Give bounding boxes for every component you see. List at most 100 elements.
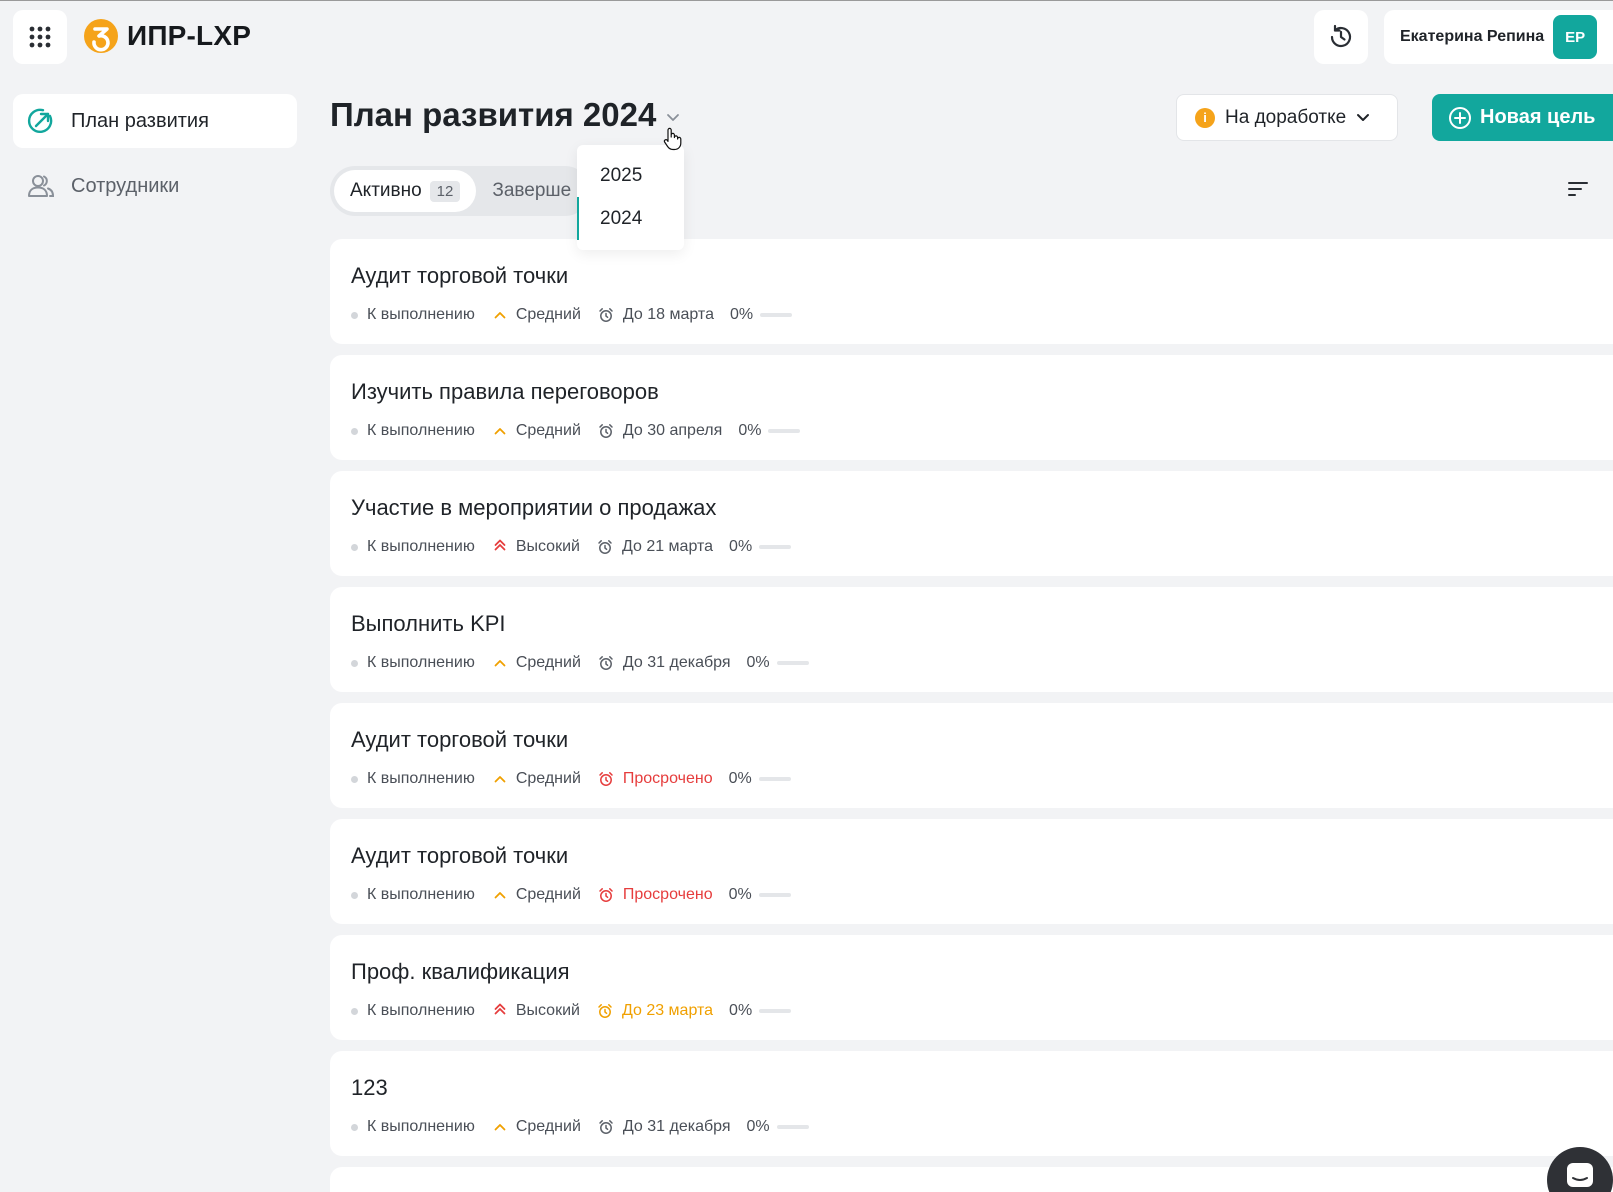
users-icon bbox=[28, 175, 55, 197]
apps-menu-button[interactable] bbox=[13, 10, 67, 64]
goal-priority: Средний bbox=[494, 770, 581, 788]
progress-bar bbox=[760, 313, 793, 317]
sidebar: План развития Сотрудники bbox=[13, 94, 297, 224]
goal-meta: К выполнению Средний До 30 апреля 0% bbox=[351, 422, 1613, 440]
history-clock-icon bbox=[1330, 24, 1352, 48]
goal-title: Проф. квалификация bbox=[351, 959, 570, 984]
status-filter-dropdown[interactable]: i На доработке bbox=[1176, 94, 1398, 141]
goal-card[interactable]: Выполнить KPI К выполнению Средний До 31 де… bbox=[330, 587, 1613, 692]
goal-priority: Высокий bbox=[494, 1002, 580, 1020]
goal-deadline-label: До 23 марта bbox=[621, 1002, 714, 1019]
new-goal-button[interactable]: Новая цель bbox=[1432, 94, 1613, 141]
status-dot-icon bbox=[351, 775, 358, 783]
goal-progress-label: 0% bbox=[738, 422, 762, 439]
goal-status: К выполнению bbox=[351, 306, 475, 324]
history-button[interactable] bbox=[1314, 10, 1368, 64]
sidebar-item-label: Сотрудники bbox=[71, 174, 180, 197]
avatar: ЕР bbox=[1553, 15, 1598, 59]
goal-progress-label: 0% bbox=[728, 886, 752, 903]
goal-progress: 0% bbox=[729, 1002, 792, 1020]
goal-title: Изучить правила переговоров bbox=[351, 379, 659, 404]
goal-deadline-label: До 18 марта bbox=[622, 306, 714, 323]
goal-card-partial[interactable] bbox=[330, 1167, 1613, 1192]
goal-priority: Высокий bbox=[494, 538, 580, 556]
alarm-clock-icon bbox=[598, 307, 614, 323]
goal-deadline: До 31 декабря bbox=[598, 654, 731, 672]
logo-icon bbox=[84, 19, 118, 53]
goal-meta: К выполнению Средний До 31 декабря 0% bbox=[351, 1118, 1613, 1136]
goal-priority-label: Высокий bbox=[515, 538, 580, 555]
goal-card[interactable]: Аудит торговой точки К выполнению Средний П… bbox=[330, 703, 1613, 808]
tab-completed[interactable]: Заверше bbox=[476, 170, 587, 212]
goal-priority: Средний bbox=[494, 654, 581, 672]
goal-list: Аудит торговой точки К выполнению Средний Д… bbox=[330, 239, 1613, 1192]
goal-progress-label: 0% bbox=[728, 770, 752, 787]
priority-medium-icon bbox=[494, 654, 506, 672]
sort-icon[interactable] bbox=[1568, 181, 1588, 197]
page-title-text: План развития 2024 bbox=[330, 96, 657, 133]
goal-deadline: До 23 марта bbox=[597, 1002, 713, 1020]
goal-progress: 0% bbox=[747, 1118, 809, 1136]
app-logo[interactable]: ИПР-LXP bbox=[83, 18, 251, 54]
growth-arrow-icon bbox=[27, 108, 53, 133]
goal-card[interactable]: Проф. квалификация К выполнению Высокий До … bbox=[330, 935, 1613, 1040]
plus-circle-icon bbox=[1449, 106, 1471, 129]
tab-active[interactable]: Активно 12 bbox=[334, 170, 477, 212]
user-profile[interactable]: Екатерина Репина ЕР bbox=[1384, 10, 1613, 64]
status-dot-icon bbox=[351, 1007, 358, 1015]
goal-deadline-label: До 31 декабря bbox=[622, 1118, 731, 1135]
status-dot-icon bbox=[351, 543, 358, 551]
goal-status: К выполнению bbox=[351, 654, 475, 672]
status-dot-icon bbox=[351, 427, 358, 435]
goal-priority-label: Средний bbox=[515, 770, 581, 787]
year-option-2025[interactable]: 2025 bbox=[577, 154, 684, 197]
progress-bar bbox=[768, 429, 801, 433]
priority-medium-icon bbox=[494, 886, 506, 904]
progress-bar bbox=[759, 1009, 792, 1013]
goal-title: Аудит торговой точки bbox=[351, 727, 569, 752]
year-option-2024[interactable]: 2024 bbox=[577, 197, 684, 240]
sidebar-item-employees[interactable]: Сотрудники bbox=[13, 159, 297, 213]
goal-deadline-label: До 30 апреля bbox=[622, 422, 723, 439]
year-option-label: 2025 bbox=[600, 164, 643, 186]
alarm-clock-icon bbox=[597, 1003, 613, 1019]
goal-card[interactable]: 123 К выполнению Средний До 31 декабря 0% bbox=[330, 1051, 1613, 1156]
goal-priority: Средний bbox=[494, 1118, 581, 1136]
status-filter-label: На доработке bbox=[1225, 106, 1347, 128]
goal-deadline: До 31 декабря bbox=[598, 1118, 731, 1136]
goal-title: 123 bbox=[351, 1075, 388, 1100]
goal-deadline-label: Просрочено bbox=[622, 770, 713, 787]
goal-status-label: К выполнению bbox=[367, 886, 475, 903]
progress-bar bbox=[776, 661, 809, 665]
chevron-down-icon[interactable] bbox=[666, 113, 680, 123]
goal-card[interactable]: Аудит торговой точки К выполнению Средний П… bbox=[330, 819, 1613, 924]
priority-medium-icon bbox=[494, 422, 506, 440]
goal-progress: 0% bbox=[729, 886, 791, 904]
sidebar-item-development-plan[interactable]: План развития bbox=[13, 94, 297, 148]
goal-deadline-label: Просрочено bbox=[622, 886, 713, 903]
goal-progress: 0% bbox=[729, 538, 792, 556]
goal-title: Выполнить KPI bbox=[351, 611, 506, 636]
page-title[interactable]: План развития 2024 bbox=[330, 96, 680, 134]
goal-status: К выполнению bbox=[351, 886, 475, 904]
goal-priority-label: Высокий bbox=[515, 1002, 580, 1019]
goal-status: К выполнению bbox=[351, 538, 475, 556]
tab-count-badge: 12 bbox=[429, 180, 461, 202]
goal-card[interactable]: Аудит торговой точки К выполнению Средний Д… bbox=[330, 239, 1613, 344]
year-dropdown-menu: 2025 2024 bbox=[577, 145, 684, 250]
goal-priority: Средний bbox=[494, 306, 581, 324]
goal-status-label: К выполнению bbox=[367, 770, 475, 787]
goal-status-label: К выполнению bbox=[367, 1118, 475, 1135]
goal-meta: К выполнению Высокий До 21 марта 0% bbox=[351, 538, 1613, 556]
goal-deadline: Просрочено bbox=[598, 770, 713, 788]
goal-progress: 0% bbox=[729, 770, 791, 788]
goal-priority-label: Средний bbox=[515, 1118, 581, 1135]
hand-pointer-icon bbox=[663, 127, 682, 151]
goal-title: Участие в мероприятии о продажах bbox=[351, 495, 717, 520]
goal-card[interactable]: Изучить правила переговоров К выполнению С… bbox=[330, 355, 1613, 460]
goal-card[interactable]: Участие в мероприятии о продажах К выполн… bbox=[330, 471, 1613, 576]
goal-title: Аудит торговой точки bbox=[351, 263, 569, 288]
goal-progress-label: 0% bbox=[746, 654, 770, 671]
goal-status-label: К выполнению bbox=[367, 538, 475, 555]
sidebar-item-label: План развития bbox=[71, 109, 209, 132]
